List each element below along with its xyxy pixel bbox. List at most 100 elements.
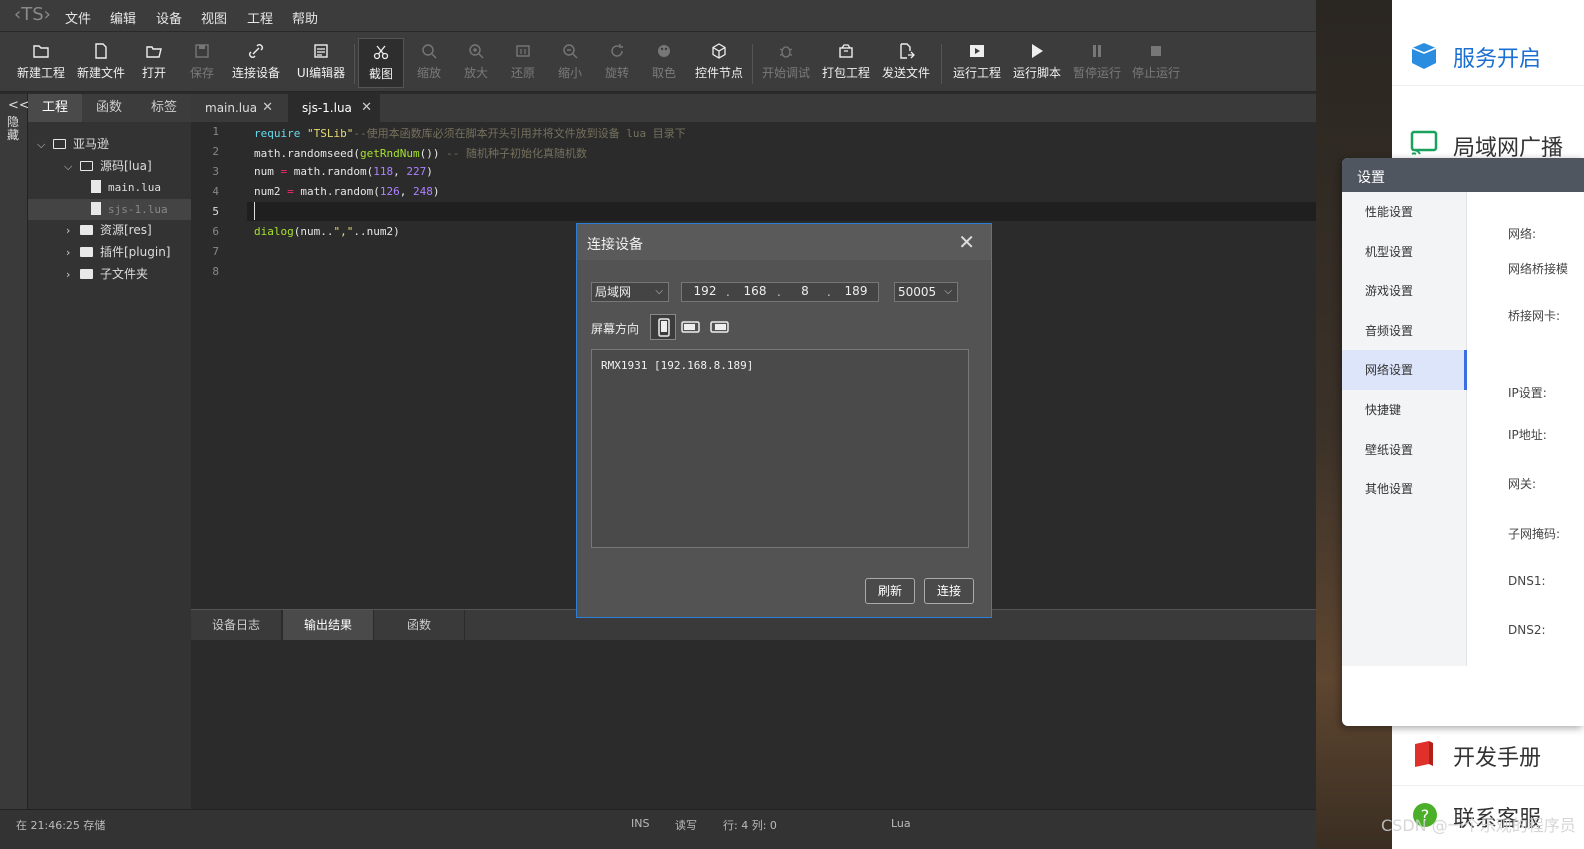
- chevron-down-icon[interactable]: ⌵: [64, 156, 72, 177]
- pick-color-button[interactable]: 取色: [645, 38, 683, 88]
- device-list[interactable]: RMX1931 [192.168.8.189]: [591, 349, 969, 548]
- landscape-reverse-button[interactable]: [706, 314, 732, 340]
- send-file-button[interactable]: 发送文件: [878, 38, 934, 88]
- run-script-button[interactable]: 运行脚本: [1009, 38, 1065, 88]
- close-icon[interactable]: ✕: [262, 94, 273, 122]
- collapse-icon[interactable]: <<: [8, 98, 30, 113]
- tool-label: 缩小: [557, 66, 582, 80]
- tree-label: 源码[lua]: [100, 159, 152, 173]
- connect-device-dialog: 连接设备 ✕ 局域网 ⌵ 192 . 168 . 8 . 189 50005 ⌵…: [576, 223, 992, 618]
- tab-functions[interactable]: 函数: [82, 94, 136, 122]
- connect-device-button[interactable]: 连接设备: [228, 38, 284, 88]
- settings-nav-performance[interactable]: 性能设置: [1342, 192, 1467, 232]
- save-button[interactable]: 保存: [182, 38, 222, 88]
- code-line-2: math.randomseed(getRndNum()) -- 随机种子初始化真…: [254, 145, 587, 161]
- pause-button[interactable]: 暂停运行: [1069, 38, 1125, 88]
- refresh-button[interactable]: 刷新: [865, 578, 915, 604]
- stop-button[interactable]: 停止运行: [1128, 38, 1184, 88]
- tree-item-plugin[interactable]: › 插件[plugin]: [28, 242, 191, 263]
- port-select[interactable]: 50005 ⌵: [894, 282, 958, 302]
- code-string: ",": [333, 225, 354, 238]
- zoom-out-button[interactable]: 缩小: [551, 38, 589, 88]
- start-debug-button[interactable]: 开始调试: [758, 38, 814, 88]
- tree-item-res[interactable]: › 资源[res]: [28, 220, 191, 241]
- portrait-button[interactable]: [650, 314, 676, 340]
- tab-bottom-functions[interactable]: 函数: [374, 610, 464, 640]
- rotate-button[interactable]: 旋转: [598, 38, 636, 88]
- hide-label: 隐藏: [7, 115, 20, 142]
- menu-bar: ‹TS› 文件 编辑 设备 视图 工程 帮助: [0, 0, 1316, 32]
- palette-icon: [658, 45, 670, 57]
- hide-panel-strip[interactable]: << 隐藏: [0, 94, 30, 809]
- book-icon: [1415, 741, 1433, 767]
- dialog-titlebar: 连接设备 ✕: [577, 224, 991, 260]
- connection-mode-select[interactable]: 局域网 ⌵: [591, 282, 669, 302]
- tool-label: 控件节点: [694, 66, 743, 80]
- ip-octet-2[interactable]: 168: [738, 284, 772, 298]
- editor-tab-sjs-lua[interactable]: sjs-1.lua ✕: [288, 94, 380, 122]
- screenshot-button[interactable]: 截图: [358, 38, 404, 88]
- settings-nav-shortcuts[interactable]: 快捷键: [1342, 390, 1467, 430]
- code-line-4: num2 = math.random(126, 248): [254, 185, 439, 198]
- settings-titlebar: 设置: [1342, 158, 1584, 192]
- package-project-button[interactable]: 打包工程: [818, 38, 874, 88]
- tree-item-main-lua[interactable]: main.lua: [28, 177, 191, 198]
- tab-labels[interactable]: 标签: [137, 94, 191, 122]
- tree-item-src[interactable]: ⌵ 源码[lua]: [28, 156, 191, 177]
- control-node-button[interactable]: 控件节点: [691, 38, 747, 88]
- code-number: 248: [412, 185, 433, 198]
- ip-octet-4[interactable]: 189: [839, 284, 873, 298]
- editor-tab-main-lua[interactable]: main.lua ✕: [191, 94, 281, 122]
- menu-project[interactable]: 工程: [247, 8, 273, 27]
- tab-device-log[interactable]: 设备日志: [191, 610, 281, 640]
- ui-editor-icon: [314, 44, 328, 58]
- ip-octet-3[interactable]: 8: [788, 284, 822, 298]
- tab-output[interactable]: 输出结果: [283, 610, 373, 640]
- settings-nav-other[interactable]: 其他设置: [1342, 469, 1467, 509]
- code-number: 118: [373, 165, 394, 178]
- menu-help[interactable]: 帮助: [292, 8, 318, 27]
- close-icon[interactable]: ✕: [361, 94, 372, 122]
- settings-nav-model[interactable]: 机型设置: [1342, 232, 1467, 272]
- link-icon: [249, 44, 263, 58]
- zoom-in-button[interactable]: 放大: [457, 38, 495, 88]
- settings-nav-game[interactable]: 游戏设置: [1342, 271, 1467, 311]
- zoom-button[interactable]: 缩放: [410, 38, 448, 88]
- ui-editor-button[interactable]: UI编辑器: [293, 38, 349, 88]
- tree-item-sjs-lua[interactable]: sjs-1.lua: [28, 199, 191, 220]
- restore-button[interactable]: 还原: [504, 38, 542, 88]
- menu-edit[interactable]: 编辑: [110, 8, 136, 27]
- ip-address-input[interactable]: 192 . 168 . 8 . 189: [681, 282, 879, 302]
- chevron-right-icon[interactable]: ›: [66, 242, 70, 263]
- chevron-down-icon[interactable]: ⌵: [37, 134, 45, 155]
- ip-octet-1[interactable]: 192: [688, 284, 722, 298]
- zoom-out-icon: [563, 44, 578, 59]
- tool-label: 运行工程: [952, 66, 1001, 80]
- settings-nav-network[interactable]: 网络设置: [1342, 350, 1467, 390]
- run-project-button[interactable]: 运行工程: [949, 38, 1005, 88]
- settings-nav: 性能设置 机型设置 游戏设置 音频设置 网络设置 快捷键 壁纸设置 其他设置: [1342, 192, 1467, 666]
- tool-label: 运行脚本: [1012, 66, 1061, 80]
- connect-button[interactable]: 连接: [924, 578, 974, 604]
- tree-label: 插件[plugin]: [100, 245, 171, 259]
- open-button[interactable]: 打开: [134, 38, 174, 88]
- orientation-label: 屏幕方向: [591, 322, 640, 336]
- chevron-right-icon[interactable]: ›: [66, 220, 70, 241]
- menu-view[interactable]: 视图: [201, 8, 227, 27]
- new-project-button[interactable]: 新建工程: [14, 38, 68, 88]
- tree-item-subfolder[interactable]: › 子文件夹: [28, 264, 191, 285]
- close-icon[interactable]: ✕: [958, 230, 975, 254]
- chevron-right-icon[interactable]: ›: [66, 264, 70, 285]
- service-start-item[interactable]: 服务开启: [1392, 0, 1584, 86]
- dev-manual-item[interactable]: 开发手册: [1392, 726, 1584, 786]
- settings-nav-audio[interactable]: 音频设置: [1342, 311, 1467, 351]
- tree-item-root[interactable]: ⌵ 亚马逊: [28, 134, 191, 155]
- menu-device[interactable]: 设备: [156, 8, 182, 27]
- settings-nav-wallpaper[interactable]: 壁纸设置: [1342, 430, 1467, 470]
- device-list-item[interactable]: RMX1931 [192.168.8.189]: [601, 359, 753, 372]
- tab-project[interactable]: 工程: [28, 94, 82, 122]
- new-file-button[interactable]: 新建文件: [74, 38, 128, 88]
- landscape-button[interactable]: [678, 314, 704, 340]
- play-icon: [1032, 44, 1043, 58]
- menu-file[interactable]: 文件: [65, 8, 91, 27]
